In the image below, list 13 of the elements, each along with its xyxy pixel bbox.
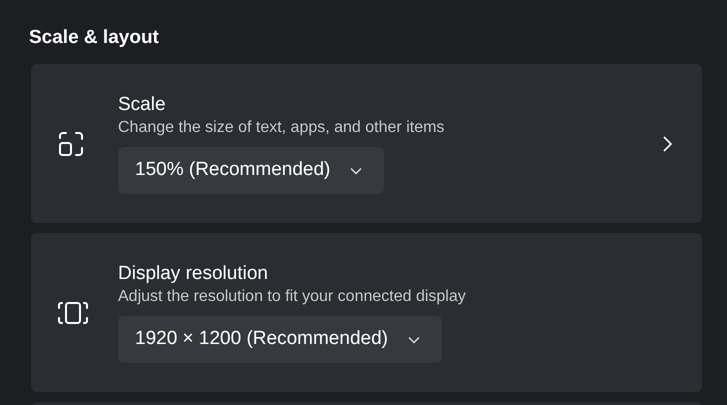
- dropdown[interactable]: 150% (Recommended): [118, 147, 384, 194]
- settings-card[interactable]: Display resolution Adjust the resolution to fit your connected display 1920 × 1200 (Recommended): [31, 233, 702, 392]
- card-description: Adjust the resolution to fit your connected display: [118, 287, 467, 307]
- card-description: Change the size of text, apps, and other items: [118, 118, 446, 138]
- section-title: Scale & layout: [29, 26, 160, 50]
- dropdown[interactable]: 1920 × 1200 (Recommended): [118, 316, 442, 363]
- chevron-down-icon: [350, 166, 362, 174]
- settings-card[interactable]: Scale Change the size of text, apps, and other items 150% (Recommended): [31, 64, 702, 223]
- resolution-icon: [57, 300, 89, 326]
- scale-icon: [57, 130, 85, 158]
- card-title: Scale: [118, 93, 167, 117]
- chevron-down-icon: [408, 336, 420, 344]
- card-title: Display resolution: [118, 262, 269, 286]
